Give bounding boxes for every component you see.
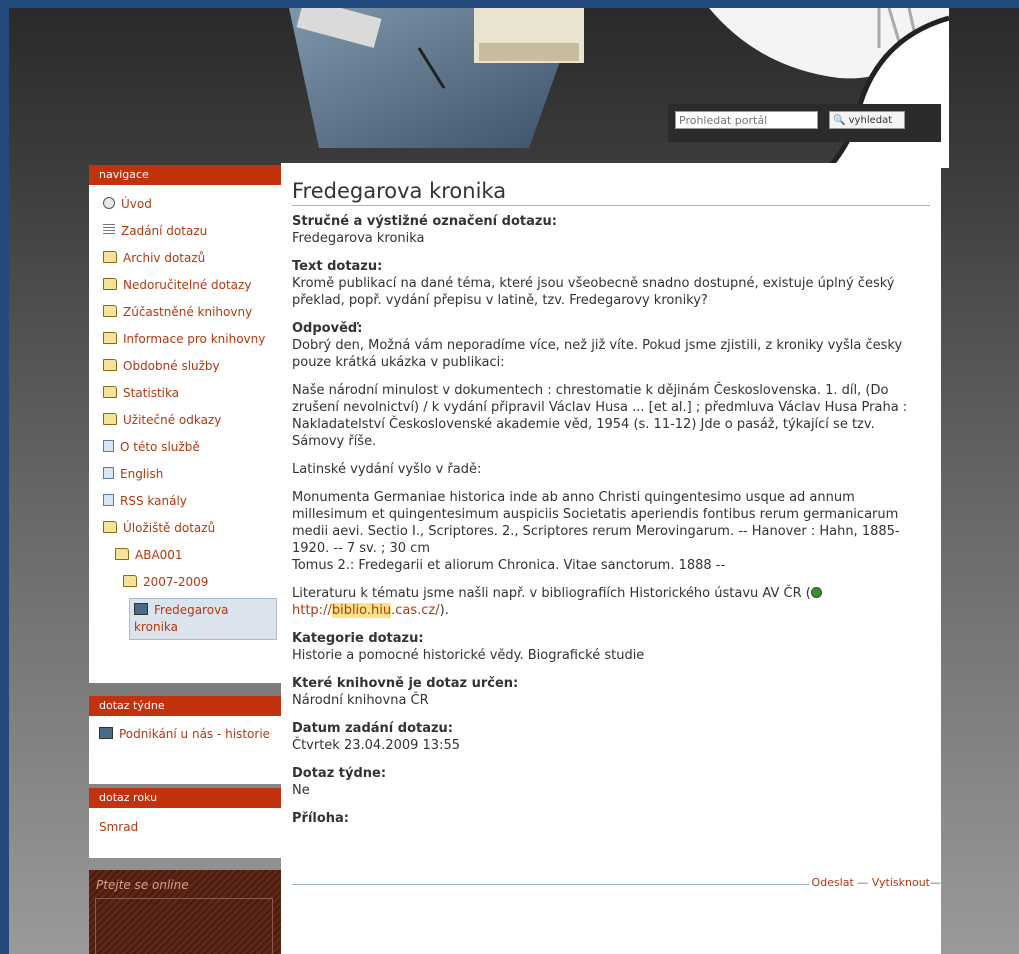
nav-item-informace[interactable]: Informace pro knihovny [89, 326, 281, 353]
nav-item-uvod[interactable]: Úvod [89, 191, 281, 218]
search-icon: 🔍 [833, 114, 846, 126]
person-icon [134, 603, 148, 615]
category-value: Historie a pomocné historické vědy. Biog… [292, 648, 645, 663]
answer-paragraph-5: Literaturu k tématu jsme našli např. v b… [292, 585, 930, 619]
separator: — [857, 876, 869, 889]
folder-icon [103, 413, 117, 425]
search-button-label: vyhledat [848, 114, 893, 126]
attachment-label: Příloha: [292, 811, 350, 826]
navigation-box: navigace Úvod Zadání dotazu Archiv dotaz… [89, 165, 281, 683]
folder-icon [115, 548, 129, 560]
folder-icon [103, 359, 117, 371]
document-icon [103, 467, 114, 479]
navigation-title: navigace [89, 165, 281, 185]
nav-item-fredegarova-selected[interactable]: Fredegarova kronika [129, 598, 277, 640]
globe-icon [810, 587, 822, 598]
answer-paragraph-2: Naše národní minulost v dokumentech : ch… [292, 383, 908, 449]
answer-paragraph-3: Latinské vydání vyšlo v řadě: [292, 462, 482, 477]
year-question-link[interactable]: Smrad [89, 808, 281, 836]
page-frame: 🔍 vyhledat navigace Úvod Zadání dotazu A… [9, 8, 1019, 954]
document-icon [103, 494, 114, 506]
nav-item-o-sluzbe[interactable]: O této službě [89, 434, 281, 461]
nav-item-2007-2009[interactable]: 2007-2009 [89, 569, 281, 596]
main-content: Fredegarova kronika Stručné a výstižné o… [281, 163, 941, 954]
page-title: Fredegarova kronika [292, 179, 930, 206]
search-input[interactable] [675, 111, 818, 129]
library-value: Národní knihovna ČR [292, 693, 429, 708]
answer-label: Odpověď: [292, 321, 363, 336]
date-value: Čtvrtek 23.04.2009 13:55 [292, 738, 460, 753]
folder-icon [103, 386, 117, 398]
nav-item-zucastnene[interactable]: Zúčastněné knihovny [89, 299, 281, 326]
nav-item-archiv[interactable]: Archiv dotazů [89, 245, 281, 272]
nav-item-nedorucitelne[interactable]: Nedoručitelné dotazy [89, 272, 281, 299]
category-label: Kategorie dotazu: [292, 631, 424, 646]
nav-item-uloziste[interactable]: Úložiště dotazů [89, 515, 281, 542]
week-value: Ne [292, 783, 310, 798]
nav-item-zadani[interactable]: Zadání dotazu [89, 218, 281, 245]
form-icon [103, 224, 115, 236]
week-question-box: dotaz týdne Podnikání u nás - historie [89, 696, 281, 784]
nav-item-aba001[interactable]: ABA001 [89, 542, 281, 569]
search-bar: 🔍 vyhledat [668, 104, 941, 142]
year-question-box: dotaz roku Smrad [89, 788, 281, 858]
header-illustration [289, 8, 949, 168]
home-icon [103, 197, 115, 209]
article-body: Stručné a výstižné označení dotazu: Fred… [292, 213, 930, 838]
week-label: Dotaz týdne: [292, 766, 387, 781]
folder-icon [103, 521, 117, 533]
print-link[interactable]: Vytisknout [872, 876, 930, 889]
online-chat-box[interactable]: Ptejte se online [89, 870, 281, 954]
person-icon [99, 727, 113, 739]
date-label: Datum zadání dotazu: [292, 721, 454, 736]
text-value: Kromě publikací na dané téma, které jsou… [292, 276, 895, 308]
library-label: Které knihovně je dotaz určen: [292, 676, 519, 691]
chat-panel [95, 898, 273, 954]
folder-icon [103, 305, 117, 317]
separator: — [930, 876, 941, 889]
nav-item-rss[interactable]: RSS kanály [89, 488, 281, 515]
answer-paragraph-4: Monumenta Germaniae historica inde ab an… [292, 490, 900, 573]
search-button[interactable]: 🔍 vyhledat [829, 111, 905, 129]
answer-paragraph-1: Dobrý den, Možná vám neporadíme více, ne… [292, 338, 903, 370]
folder-icon [103, 332, 117, 344]
folder-icon [103, 278, 117, 290]
footer-actions: Odeslat — Vytisknout— [808, 876, 941, 889]
week-question-title: dotaz týdne [89, 696, 281, 716]
year-question-title: dotaz roku [89, 788, 281, 808]
nav-item-uzitecne[interactable]: Užitečné odkazy [89, 407, 281, 434]
nav-item-english[interactable]: English [89, 461, 281, 488]
short-label: Stručné a výstižné označení dotazu: [292, 214, 557, 229]
folder-icon [103, 251, 117, 263]
week-question-link[interactable]: Podnikání u nás - historie [89, 716, 281, 743]
send-link[interactable]: Odeslat [812, 876, 854, 889]
document-icon [103, 440, 114, 452]
text-label: Text dotazu: [292, 259, 383, 274]
nav-item-statistika[interactable]: Statistika [89, 380, 281, 407]
folder-icon [123, 575, 137, 587]
short-value: Fredegarova kronika [292, 231, 425, 246]
chat-title: Ptejte se online [96, 878, 189, 892]
nav-item-obdobne[interactable]: Obdobné služby [89, 353, 281, 380]
